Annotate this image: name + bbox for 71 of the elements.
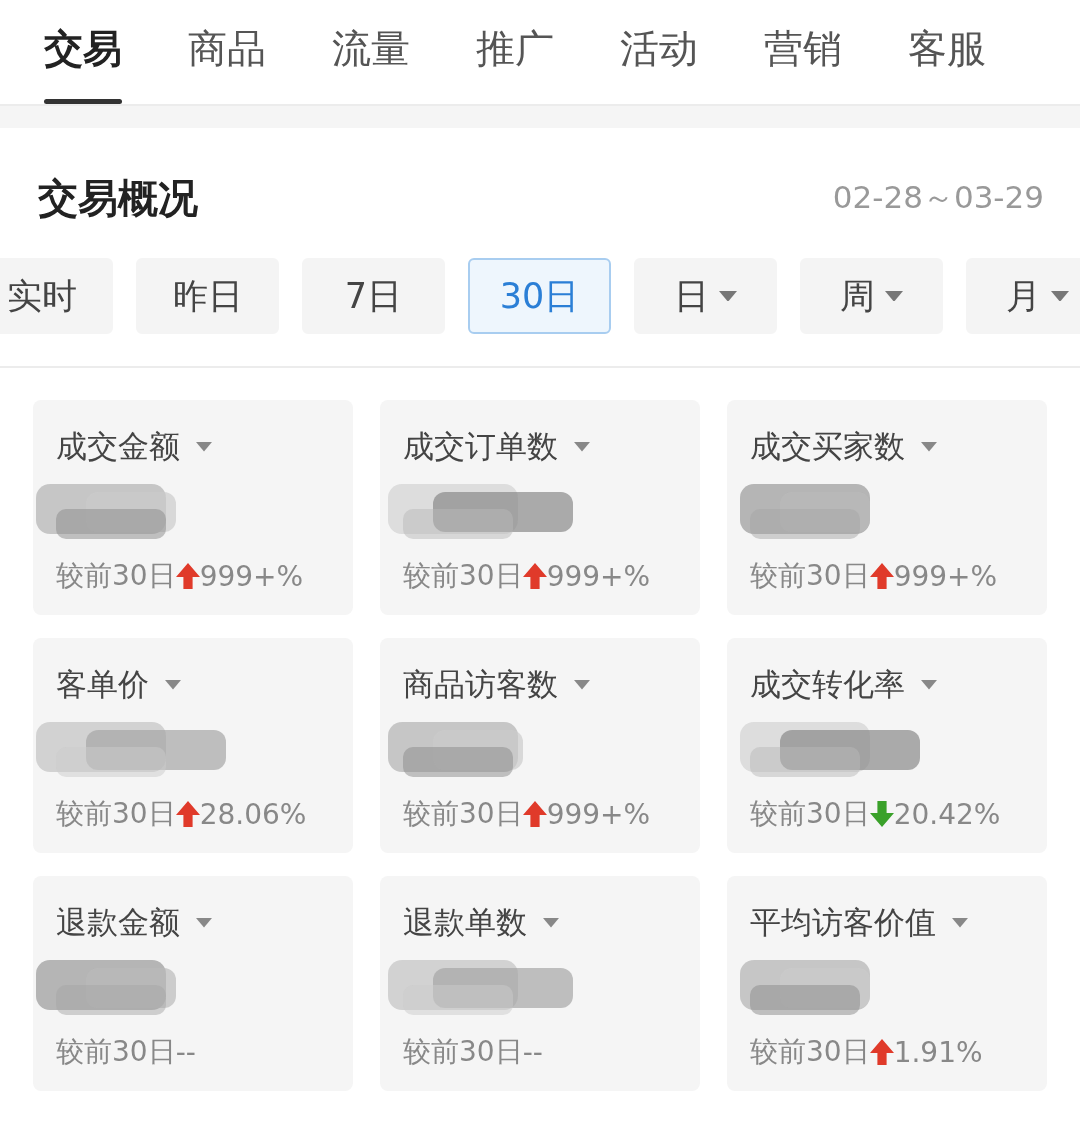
metric-card[interactable]: 退款单数 较前30日-- xyxy=(380,876,700,1091)
caret-icon xyxy=(885,290,903,302)
caret-icon xyxy=(921,680,937,690)
caret-icon xyxy=(952,918,968,928)
period-button[interactable]: 月 xyxy=(966,258,1080,334)
caret-icon xyxy=(543,918,559,928)
compare-label: 较前30日 xyxy=(750,558,870,594)
nav-tab[interactable]: 客服 xyxy=(908,0,986,104)
date-range: 02-28～03-29 xyxy=(832,178,1044,217)
metric-name: 成交金额 xyxy=(56,427,180,466)
period-button[interactable]: 7日 xyxy=(302,258,445,334)
caret-icon xyxy=(196,918,212,928)
metric-card[interactable]: 成交金额 较前30日 999+% xyxy=(33,400,353,615)
compare-label: 较前30日 xyxy=(750,796,870,832)
metric-card[interactable]: 平均访客价值 较前30日 1.91% xyxy=(727,876,1047,1091)
caret-icon xyxy=(719,290,737,302)
metric-name: 平均访客价值 xyxy=(750,903,936,942)
compare-label: 较前30日 xyxy=(750,1034,870,1070)
arrow-down-icon xyxy=(869,801,894,827)
change-value: 999+% xyxy=(199,559,304,593)
metric-name: 退款单数 xyxy=(403,903,527,942)
nav-tab[interactable]: 流量 xyxy=(332,0,410,104)
metric-card[interactable]: 客单价 较前30日 28.06% xyxy=(33,638,353,853)
metric-name: 商品访客数 xyxy=(403,665,558,704)
nav-tab[interactable]: 推广 xyxy=(476,0,554,104)
nav-tab[interactable]: 活动 xyxy=(620,0,698,104)
compare-label: 较前30日 xyxy=(56,796,176,832)
metric-card[interactable]: 商品访客数 较前30日 999+% xyxy=(380,638,700,853)
change-value: 1.91% xyxy=(893,1035,983,1069)
arrow-up-icon xyxy=(869,563,894,589)
caret-icon xyxy=(574,680,590,690)
change-value: 999+% xyxy=(893,559,998,593)
metric-name: 退款金额 xyxy=(56,903,180,942)
metric-name: 客单价 xyxy=(56,665,149,704)
nav-tab[interactable]: 交易 xyxy=(44,0,122,104)
arrow-up-icon xyxy=(522,563,547,589)
period-button[interactable]: 周 xyxy=(800,258,943,334)
period-button[interactable]: 昨日 xyxy=(136,258,279,334)
period-button[interactable]: 30日 xyxy=(468,258,611,334)
metric-name: 成交买家数 xyxy=(750,427,905,466)
metric-card[interactable]: 成交买家数 较前30日 999+% xyxy=(727,400,1047,615)
change-value: -- xyxy=(522,1035,543,1069)
change-value: 20.42% xyxy=(893,797,1001,831)
caret-icon xyxy=(165,680,181,690)
period-button[interactable]: 实时 xyxy=(0,258,113,334)
caret-icon xyxy=(196,442,212,452)
nav-tab[interactable]: 商品 xyxy=(188,0,266,104)
compare-label: 较前30日 xyxy=(403,796,523,832)
change-value: 28.06% xyxy=(199,797,307,831)
metric-name: 成交转化率 xyxy=(750,665,905,704)
nav-tab[interactable]: 营销 xyxy=(764,0,842,104)
metric-card[interactable]: 退款金额 较前30日-- xyxy=(33,876,353,1091)
caret-icon xyxy=(1051,290,1069,302)
compare-label: 较前30日 xyxy=(56,558,176,594)
metric-card[interactable]: 成交转化率 较前30日 20.42% xyxy=(727,638,1047,853)
caret-icon xyxy=(574,442,590,452)
metric-card[interactable]: 成交订单数 较前30日 999+% xyxy=(380,400,700,615)
arrow-up-icon xyxy=(175,563,200,589)
change-value: 999+% xyxy=(546,797,651,831)
arrow-up-icon xyxy=(869,1039,894,1065)
change-value: 999+% xyxy=(546,559,651,593)
metric-name: 成交订单数 xyxy=(403,427,558,466)
compare-label: 较前30日 xyxy=(403,1034,523,1070)
section-title: 交易概况 xyxy=(38,173,198,223)
compare-label: 较前30日 xyxy=(403,558,523,594)
change-value: -- xyxy=(175,1035,196,1069)
caret-icon xyxy=(921,442,937,452)
arrow-up-icon xyxy=(175,801,200,827)
arrow-up-icon xyxy=(522,801,547,827)
compare-label: 较前30日 xyxy=(56,1034,176,1070)
period-button[interactable]: 日 xyxy=(634,258,777,334)
